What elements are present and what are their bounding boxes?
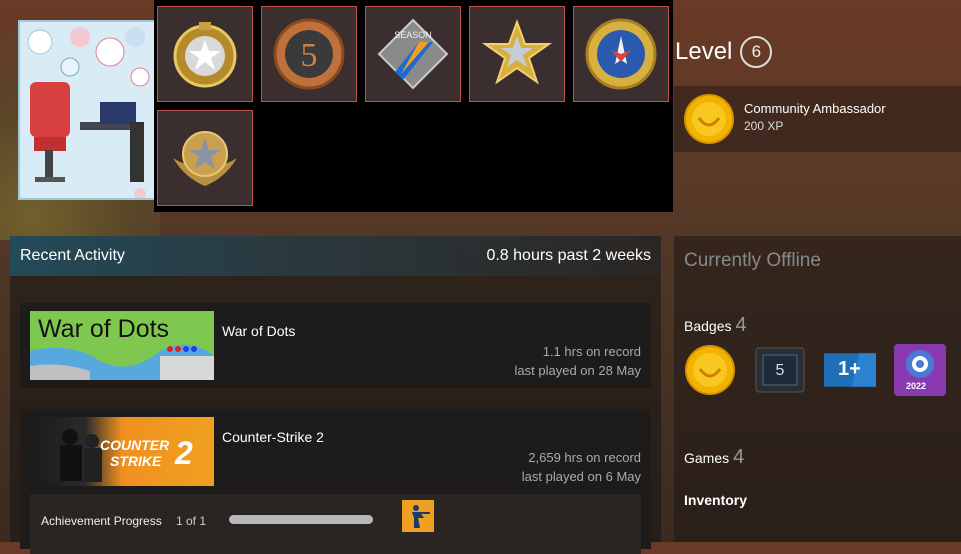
years-badge-text: 5 <box>775 362 785 379</box>
game-row-counter-strike-2: COUNTER STRIKE 2 Counter-Strike 2 2,659 … <box>20 409 651 554</box>
showcase-medal-1[interactable] <box>157 6 253 102</box>
recent-activity-header: Recent Activity 0.8 hours past 2 weeks <box>10 236 661 276</box>
game-name-counter-strike-2[interactable]: Counter-Strike 2 <box>222 429 324 445</box>
war-of-dots-thumb-text: War of Dots <box>38 315 170 343</box>
profile-sidebar: Currently Offline Badges 4 5 1+ 2022 Gam… <box>674 236 961 542</box>
games-count: 4 <box>733 446 745 468</box>
one-plus-badge-text: 1+ <box>838 358 861 380</box>
sidebar-badge-community-ambassador[interactable] <box>684 344 736 396</box>
community-ambassador-badge-icon <box>684 94 734 144</box>
medal-showcase: 5 SEASON <box>154 0 673 212</box>
community-ambassador-badge-icon <box>685 345 735 395</box>
recent-activity-hours: 0.8 hours past 2 weeks <box>486 247 651 264</box>
showcase-medal-4[interactable] <box>469 6 565 102</box>
game-hours-war-of-dots: 1.1 hrs on record <box>542 344 641 359</box>
profile-avatar[interactable] <box>18 20 160 200</box>
achievement-progress-label[interactable]: Achievement Progress <box>41 514 162 528</box>
operation-season-coin-icon: SEASON <box>377 18 449 90</box>
recent-activity-title[interactable]: Recent Activity <box>20 247 125 265</box>
showcase-medal-5[interactable] <box>573 6 669 102</box>
cs2-thumb-text-strike: STRIKE <box>110 453 162 469</box>
level-number[interactable]: 6 <box>740 36 773 68</box>
cs2-thumb-text-counter: COUNTER <box>100 437 170 453</box>
svg-text:5: 5 <box>301 37 318 74</box>
game-hours-counter-strike-2: 2,659 hrs on record <box>528 450 641 465</box>
showcase-medal-2[interactable]: 5 <box>261 6 357 102</box>
game-row-war-of-dots: War of Dots War of Dots 1.1 hrs on recor… <box>20 303 651 388</box>
inventory-link[interactable]: Inventory <box>684 492 747 508</box>
service-medal-gold-icon <box>173 22 237 88</box>
badges-label: Badges <box>684 318 732 334</box>
replay-badge-text: 2022 <box>906 381 927 391</box>
svg-text:SEASON: SEASON <box>394 30 432 40</box>
achievement-progress-count: 1 of 1 <box>176 514 207 528</box>
game-thumbnail-war-of-dots[interactable]: War of Dots <box>30 311 214 380</box>
favorite-badge[interactable]: Community Ambassador 200 XP <box>674 86 961 152</box>
favorite-badge-name[interactable]: Community Ambassador <box>744 101 886 116</box>
game-last-played-counter-strike-2: last played on 6 May <box>521 469 641 484</box>
showcase-medal-6[interactable] <box>157 110 253 206</box>
sidebar-badge-one-plus[interactable]: 1+ <box>824 344 876 396</box>
service-medal-silver-star-icon <box>481 19 553 85</box>
profile-level: Level 6 <box>675 36 773 68</box>
5-year-veteran-coin-icon: 5 <box>273 18 345 90</box>
recent-activity-panel: Recent Activity 0.8 hours past 2 weeks W… <box>10 236 661 554</box>
achievement-progress-bar <box>228 514 374 525</box>
achievement-progress: Achievement Progress 1 of 1 <box>30 494 641 554</box>
achievement-progress-fill <box>229 515 373 524</box>
cs2-thumb-text-2: 2 <box>175 435 193 471</box>
favorite-badge-xp: 200 XP <box>744 119 784 133</box>
game-thumbnail-counter-strike-2[interactable]: COUNTER STRIKE 2 <box>30 417 214 486</box>
sidebar-badge-years-of-service[interactable]: 5 <box>754 344 806 396</box>
counter-strike-coin-2022-icon <box>585 18 657 90</box>
level-label: Level <box>675 38 733 65</box>
badges-list: 5 1+ 2022 <box>684 344 946 396</box>
achievement-icon[interactable] <box>402 500 434 532</box>
games-section-header[interactable]: Games 4 <box>684 446 744 469</box>
service-medal-winged-star-icon <box>173 131 237 186</box>
game-last-played-war-of-dots: last played on 28 May <box>514 363 641 378</box>
badges-section-header[interactable]: Badges 4 <box>684 314 747 337</box>
sidebar-badge-steam-replay-2022[interactable]: 2022 <box>894 344 946 396</box>
online-status: Currently Offline <box>684 250 821 271</box>
game-name-war-of-dots[interactable]: War of Dots <box>222 323 295 339</box>
badges-count: 4 <box>735 314 747 336</box>
games-label: Games <box>684 450 730 466</box>
showcase-medal-3[interactable]: SEASON <box>365 6 461 102</box>
